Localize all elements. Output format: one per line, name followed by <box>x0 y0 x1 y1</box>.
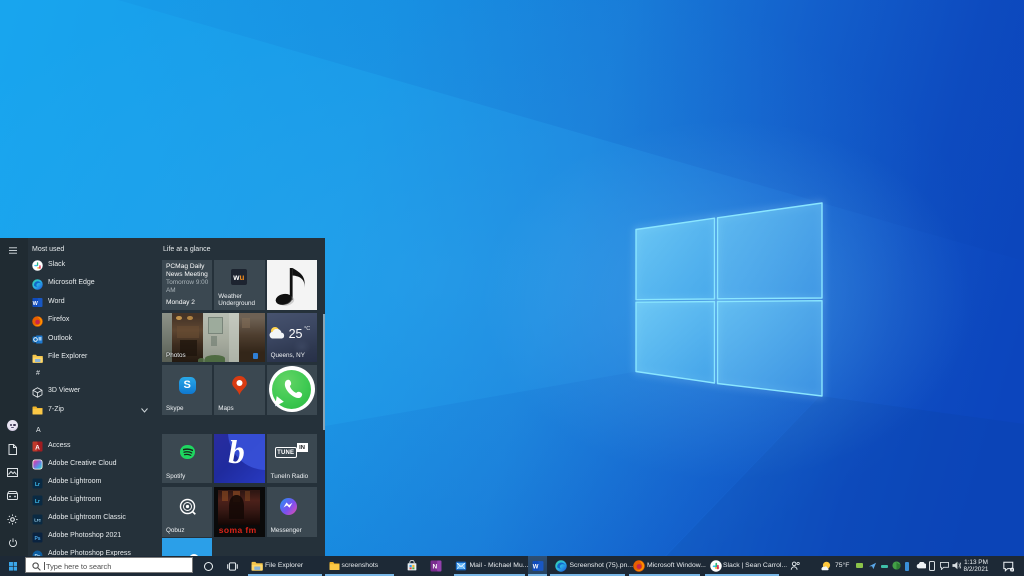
svg-text:Ps: Ps <box>34 535 40 541</box>
svg-text:Lr: Lr <box>35 481 40 487</box>
svg-text:Lr: Lr <box>35 499 40 505</box>
svg-text:W: W <box>532 565 538 571</box>
svg-text:A: A <box>35 444 40 451</box>
svg-text:W: W <box>33 301 39 307</box>
svg-text:N: N <box>433 564 438 571</box>
svg-text:Lrc: Lrc <box>34 517 41 522</box>
